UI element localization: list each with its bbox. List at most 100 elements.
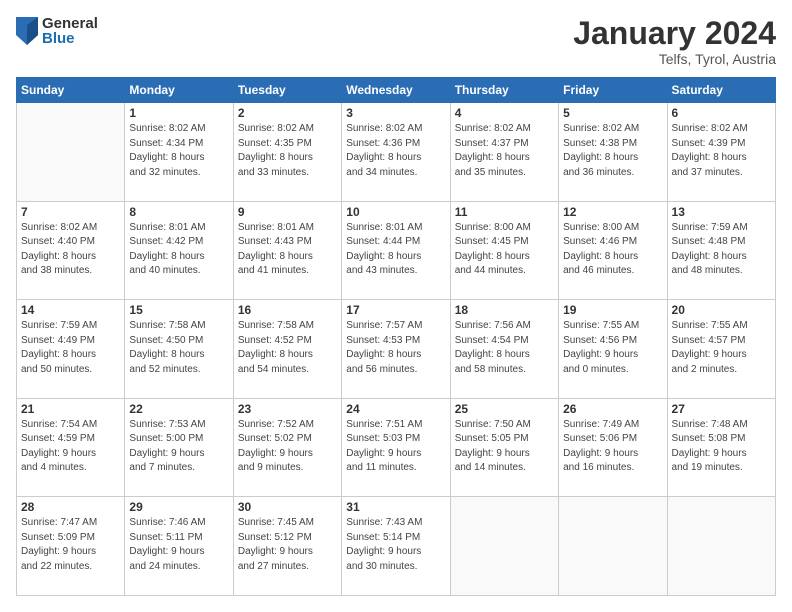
day-number: 28 <box>21 500 120 514</box>
day-info: Sunrise: 8:02 AMSunset: 4:36 PMDaylight:… <box>346 122 445 180</box>
logo-blue: Blue <box>42 31 98 46</box>
calendar-cell: 10Sunrise: 8:01 AMSunset: 4:44 PMDayligh… <box>342 201 450 300</box>
day-info: Sunrise: 8:02 AMSunset: 4:37 PMDaylight:… <box>455 122 554 180</box>
calendar-cell: 24 Sunrise: 7:51 AMSunset: 5:03 PMDayligh… <box>342 398 450 497</box>
day-number: 23 <box>238 402 337 416</box>
header: General Blue January 2024 Telfs, Tyrol, … <box>16 16 776 67</box>
day-number: 31 <box>346 500 445 514</box>
calendar-cell: 3 Sunrise: 8:02 AMSunset: 4:36 PMDaylight… <box>342 103 450 202</box>
day-number: 2 <box>238 106 337 120</box>
calendar-cell: 1Sunrise: 8:02 AMSunset: 4:34 PMDaylight… <box>125 103 233 202</box>
calendar-cell: 26 Sunrise: 7:49 AMSunset: 5:06 PMDayligh… <box>559 398 667 497</box>
day-info: Sunrise: 7:59 AMSunset: 4:49 PMDaylight:… <box>21 319 120 377</box>
calendar-cell: 15Sunrise: 7:58 AMSunset: 4:50 PMDayligh… <box>125 300 233 399</box>
day-number: 16 <box>238 303 337 317</box>
calendar-cell: 28 Sunrise: 7:47 AMSunset: 5:09 PMDayligh… <box>17 497 125 596</box>
calendar-cell: 7 Sunrise: 8:02 AMSunset: 4:40 PMDaylight… <box>17 201 125 300</box>
day-number: 20 <box>672 303 771 317</box>
header-thursday: Thursday <box>450 78 558 103</box>
calendar-cell: 20 Sunrise: 7:55 AMSunset: 4:57 PMDayligh… <box>667 300 775 399</box>
day-number: 21 <box>21 402 120 416</box>
header-friday: Friday <box>559 78 667 103</box>
day-number: 5 <box>563 106 662 120</box>
day-number: 22 <box>129 402 228 416</box>
calendar-week-row-1: 1Sunrise: 8:02 AMSunset: 4:34 PMDaylight… <box>17 103 776 202</box>
day-number: 26 <box>563 402 662 416</box>
day-number: 14 <box>21 303 120 317</box>
day-number: 13 <box>672 205 771 219</box>
day-info: Sunrise: 7:48 AMSunset: 5:08 PMDaylight:… <box>672 418 771 476</box>
calendar-cell: 2 Sunrise: 8:02 AMSunset: 4:35 PMDaylight… <box>233 103 341 202</box>
day-info: Sunrise: 7:55 AMSunset: 4:56 PMDaylight:… <box>563 319 662 377</box>
day-number: 30 <box>238 500 337 514</box>
header-wednesday: Wednesday <box>342 78 450 103</box>
header-sunday: Sunday <box>17 78 125 103</box>
day-number: 8 <box>129 205 228 219</box>
day-info: Sunrise: 7:45 AMSunset: 5:12 PMDaylight:… <box>238 516 337 574</box>
day-number: 19 <box>563 303 662 317</box>
day-info: Sunrise: 7:50 AMSunset: 5:05 PMDaylight:… <box>455 418 554 476</box>
main-title: January 2024 <box>573 16 776 51</box>
day-info: Sunrise: 7:53 AMSunset: 5:00 PMDaylight:… <box>129 418 228 476</box>
subtitle: Telfs, Tyrol, Austria <box>573 51 776 67</box>
calendar-cell: 18 Sunrise: 7:56 AMSunset: 4:54 PMDayligh… <box>450 300 558 399</box>
calendar-cell: 22 Sunrise: 7:53 AMSunset: 5:00 PMDayligh… <box>125 398 233 497</box>
day-info: Sunrise: 7:52 AMSunset: 5:02 PMDaylight:… <box>238 418 337 476</box>
day-number: 7 <box>21 205 120 219</box>
day-number: 18 <box>455 303 554 317</box>
calendar-cell <box>450 497 558 596</box>
day-info: Sunrise: 7:56 AMSunset: 4:54 PMDaylight:… <box>455 319 554 377</box>
day-info: Sunrise: 7:59 AMSunset: 4:48 PMDaylight:… <box>672 221 771 279</box>
day-info: Sunrise: 8:00 AMSunset: 4:45 PMDaylight:… <box>455 221 554 279</box>
calendar-week-row-2: 7 Sunrise: 8:02 AMSunset: 4:40 PMDaylight… <box>17 201 776 300</box>
day-info: Sunrise: 8:01 AMSunset: 4:44 PMDaylight:… <box>346 221 445 279</box>
calendar-cell: 16Sunrise: 7:58 AMSunset: 4:52 PMDayligh… <box>233 300 341 399</box>
day-number: 3 <box>346 106 445 120</box>
logo: General Blue <box>16 16 98 46</box>
day-info: Sunrise: 8:02 AMSunset: 4:34 PMDaylight:… <box>129 122 228 180</box>
day-number: 17 <box>346 303 445 317</box>
day-info: Sunrise: 8:02 AMSunset: 4:35 PMDaylight:… <box>238 122 337 180</box>
day-info: Sunrise: 7:51 AMSunset: 5:03 PMDaylight:… <box>346 418 445 476</box>
day-number: 27 <box>672 402 771 416</box>
calendar-table: Sunday Monday Tuesday Wednesday Thursday… <box>16 77 776 596</box>
day-info: Sunrise: 8:02 AMSunset: 4:38 PMDaylight:… <box>563 122 662 180</box>
calendar-week-row-4: 21Sunrise: 7:54 AMSunset: 4:59 PMDayligh… <box>17 398 776 497</box>
day-number: 6 <box>672 106 771 120</box>
title-block: January 2024 Telfs, Tyrol, Austria <box>573 16 776 67</box>
day-info: Sunrise: 8:02 AMSunset: 4:40 PMDaylight:… <box>21 221 120 279</box>
calendar-cell: 11Sunrise: 8:00 AMSunset: 4:45 PMDayligh… <box>450 201 558 300</box>
header-saturday: Saturday <box>667 78 775 103</box>
calendar-cell: 27 Sunrise: 7:48 AMSunset: 5:08 PMDayligh… <box>667 398 775 497</box>
header-tuesday: Tuesday <box>233 78 341 103</box>
calendar-cell <box>667 497 775 596</box>
header-monday: Monday <box>125 78 233 103</box>
calendar-cell: 8Sunrise: 8:01 AMSunset: 4:42 PMDaylight… <box>125 201 233 300</box>
calendar-cell: 13 Sunrise: 7:59 AMSunset: 4:48 PMDayligh… <box>667 201 775 300</box>
logo-general: General <box>42 16 98 31</box>
calendar-cell: 6 Sunrise: 8:02 AMSunset: 4:39 PMDaylight… <box>667 103 775 202</box>
logo-text: General Blue <box>42 16 98 46</box>
calendar-cell: 25 Sunrise: 7:50 AMSunset: 5:05 PMDayligh… <box>450 398 558 497</box>
calendar-cell: 17 Sunrise: 7:57 AMSunset: 4:53 PMDayligh… <box>342 300 450 399</box>
day-info: Sunrise: 7:57 AMSunset: 4:53 PMDaylight:… <box>346 319 445 377</box>
day-number: 25 <box>455 402 554 416</box>
calendar-cell: 4Sunrise: 8:02 AMSunset: 4:37 PMDaylight… <box>450 103 558 202</box>
calendar-cell: 30 Sunrise: 7:45 AMSunset: 5:12 PMDayligh… <box>233 497 341 596</box>
day-info: Sunrise: 7:58 AMSunset: 4:50 PMDaylight:… <box>129 319 228 377</box>
day-info: Sunrise: 8:02 AMSunset: 4:39 PMDaylight:… <box>672 122 771 180</box>
day-info: Sunrise: 7:47 AMSunset: 5:09 PMDaylight:… <box>21 516 120 574</box>
day-info: Sunrise: 7:49 AMSunset: 5:06 PMDaylight:… <box>563 418 662 476</box>
calendar-week-row-5: 28 Sunrise: 7:47 AMSunset: 5:09 PMDayligh… <box>17 497 776 596</box>
day-info: Sunrise: 7:55 AMSunset: 4:57 PMDaylight:… <box>672 319 771 377</box>
calendar-cell: 31 Sunrise: 7:43 AMSunset: 5:14 PMDayligh… <box>342 497 450 596</box>
day-info: Sunrise: 7:46 AMSunset: 5:11 PMDaylight:… <box>129 516 228 574</box>
day-info: Sunrise: 7:43 AMSunset: 5:14 PMDaylight:… <box>346 516 445 574</box>
calendar-week-row-3: 14 Sunrise: 7:59 AMSunset: 4:49 PMDayligh… <box>17 300 776 399</box>
calendar-cell: 12Sunrise: 8:00 AMSunset: 4:46 PMDayligh… <box>559 201 667 300</box>
calendar-cell: 21Sunrise: 7:54 AMSunset: 4:59 PMDayligh… <box>17 398 125 497</box>
calendar-cell <box>17 103 125 202</box>
day-number: 9 <box>238 205 337 219</box>
day-number: 24 <box>346 402 445 416</box>
calendar-cell <box>559 497 667 596</box>
